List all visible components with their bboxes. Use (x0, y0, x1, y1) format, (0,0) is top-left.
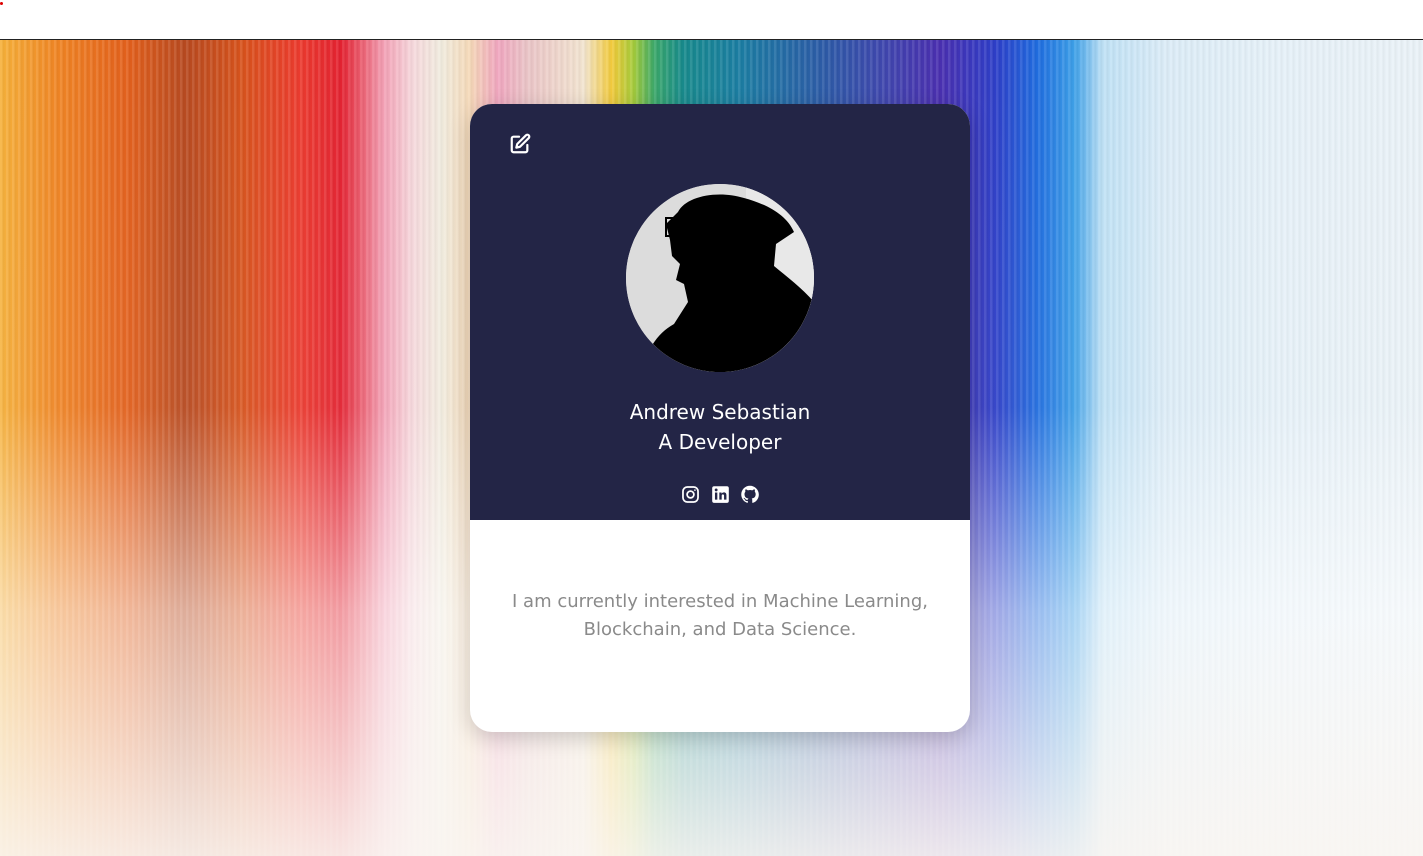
profile-card-header: Andrew Sebastian A Developer (470, 104, 970, 520)
social-links (470, 484, 970, 504)
indicator-dot (0, 2, 3, 5)
edit-icon (510, 133, 531, 154)
profile-card: Andrew Sebastian A Developer I am curren… (470, 104, 970, 732)
instagram-link[interactable] (680, 484, 700, 504)
profile-role: A Developer (658, 430, 782, 454)
browser-top-bar (0, 0, 1423, 40)
profile-name: Andrew Sebastian (629, 400, 811, 424)
person-silhouette-image (626, 184, 814, 372)
linkedin-link[interactable] (710, 484, 730, 504)
avatar (626, 184, 814, 372)
linkedin-icon (711, 485, 729, 503)
instagram-icon (681, 485, 699, 503)
edit-button[interactable] (506, 130, 534, 158)
profile-bio: I am currently interested in Machine Lea… (512, 591, 928, 640)
github-icon (741, 485, 759, 503)
github-link[interactable] (740, 484, 760, 504)
